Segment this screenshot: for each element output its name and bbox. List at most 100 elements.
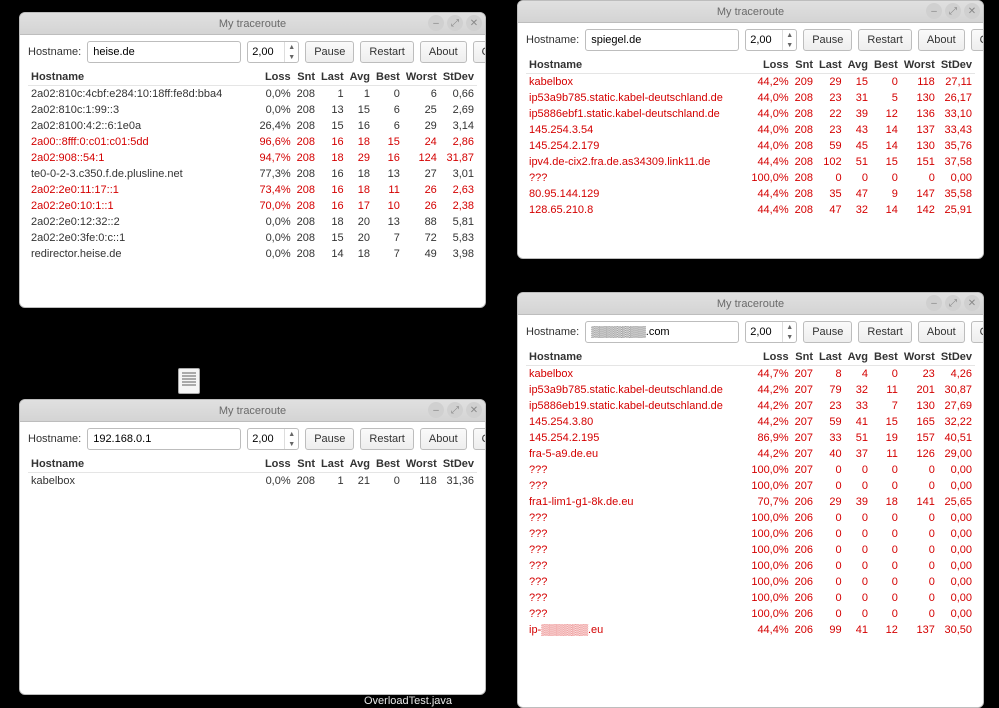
maximize-icon[interactable]: ⤢ bbox=[945, 3, 961, 19]
table-row: ???100,0%20800000,00 bbox=[526, 170, 975, 186]
col-snt[interactable]: Snt bbox=[294, 456, 318, 473]
interval-stepper[interactable]: ▲ ▼ bbox=[745, 29, 797, 51]
table-row: ???100,0%20600000,00 bbox=[526, 558, 975, 574]
about-button[interactable]: About bbox=[918, 321, 965, 343]
stepper-up-icon[interactable]: ▲ bbox=[285, 429, 298, 439]
col-last[interactable]: Last bbox=[816, 57, 845, 74]
pause-button[interactable]: Pause bbox=[305, 41, 354, 63]
titlebar[interactable]: My traceroute – ⤢ ✕ bbox=[518, 1, 983, 23]
col-stdev[interactable]: StDev bbox=[440, 456, 477, 473]
maximize-icon[interactable]: ⤢ bbox=[447, 15, 463, 31]
minimize-icon[interactable]: – bbox=[926, 295, 942, 311]
table-header-row: HostnameLossSntLastAvgBestWorstStDev bbox=[28, 456, 477, 473]
pause-button[interactable]: Pause bbox=[803, 29, 852, 51]
col-best[interactable]: Best bbox=[373, 69, 403, 86]
traceroute-window: My traceroute – ⤢ ✕ Hostname: ▲ ▼ Pause bbox=[517, 292, 984, 708]
col-last[interactable]: Last bbox=[816, 349, 845, 366]
col-avg[interactable]: Avg bbox=[347, 69, 373, 86]
col-snt[interactable]: Snt bbox=[792, 349, 816, 366]
col-avg[interactable]: Avg bbox=[845, 57, 871, 74]
hostname-input[interactable] bbox=[87, 41, 241, 63]
restart-button[interactable]: Restart bbox=[360, 41, 413, 63]
close-icon[interactable]: ✕ bbox=[466, 15, 482, 31]
col-hostname[interactable]: Hostname bbox=[28, 456, 262, 473]
restart-button[interactable]: Restart bbox=[360, 428, 413, 450]
stepper-up-icon[interactable]: ▲ bbox=[783, 30, 796, 40]
col-hostname[interactable]: Hostname bbox=[28, 69, 256, 86]
col-best[interactable]: Best bbox=[871, 57, 901, 74]
table-row: ip-▒▒▒▒▒▒.eu44,4%20699411213730,50 bbox=[526, 622, 975, 638]
interval-input[interactable] bbox=[746, 322, 782, 342]
col-avg[interactable]: Avg bbox=[845, 349, 871, 366]
col-stdev[interactable]: StDev bbox=[938, 349, 975, 366]
stepper-up-icon[interactable]: ▲ bbox=[285, 42, 298, 52]
col-loss[interactable]: Loss bbox=[748, 349, 791, 366]
pause-button[interactable]: Pause bbox=[305, 428, 354, 450]
hostname-input[interactable] bbox=[585, 321, 739, 343]
col-worst[interactable]: Worst bbox=[901, 57, 938, 74]
table-row: redirector.heise.de0,0%20814187493,98 bbox=[28, 246, 477, 262]
interval-stepper[interactable]: ▲ ▼ bbox=[247, 41, 299, 63]
interval-input[interactable] bbox=[248, 429, 284, 449]
about-button[interactable]: About bbox=[918, 29, 965, 51]
close-icon[interactable]: ✕ bbox=[466, 402, 482, 418]
table-row: ip53a9b785.static.kabel-deutschland.de44… bbox=[526, 90, 975, 106]
restart-button[interactable]: Restart bbox=[858, 321, 911, 343]
table-row: 2a02:2e0:11:17::173,4%208161811262,63 bbox=[28, 182, 477, 198]
toolbar: Hostname: ▲ ▼ Pause Restart About Quit bbox=[526, 321, 975, 343]
quit-button[interactable]: Quit bbox=[473, 428, 485, 450]
restart-button[interactable]: Restart bbox=[858, 29, 911, 51]
close-icon[interactable]: ✕ bbox=[964, 295, 980, 311]
minimize-icon[interactable]: – bbox=[428, 402, 444, 418]
about-button[interactable]: About bbox=[420, 41, 467, 63]
col-last[interactable]: Last bbox=[318, 69, 347, 86]
interval-input[interactable] bbox=[248, 42, 284, 62]
file-icon[interactable] bbox=[178, 368, 200, 394]
col-best[interactable]: Best bbox=[871, 349, 901, 366]
col-loss[interactable]: Loss bbox=[262, 456, 294, 473]
table-header-row: HostnameLossSntLastAvgBestWorstStDev bbox=[526, 57, 975, 74]
traceroute-window: My traceroute – ⤢ ✕ Hostname: ▲ ▼ Pause bbox=[19, 12, 486, 308]
interval-input[interactable] bbox=[746, 30, 782, 50]
minimize-icon[interactable]: – bbox=[428, 15, 444, 31]
stepper-down-icon[interactable]: ▼ bbox=[783, 332, 796, 342]
table-row: 145.254.3.5444,0%20823431413733,43 bbox=[526, 122, 975, 138]
quit-button[interactable]: Quit bbox=[473, 41, 485, 63]
table-row: 145.254.3.8044,2%20759411516532,22 bbox=[526, 414, 975, 430]
stepper-up-icon[interactable]: ▲ bbox=[783, 322, 796, 332]
table-row: ???100,0%20600000,00 bbox=[526, 510, 975, 526]
quit-button[interactable]: Quit bbox=[971, 321, 983, 343]
minimize-icon[interactable]: – bbox=[926, 3, 942, 19]
maximize-icon[interactable]: ⤢ bbox=[447, 402, 463, 418]
maximize-icon[interactable]: ⤢ bbox=[945, 295, 961, 311]
interval-stepper[interactable]: ▲ ▼ bbox=[247, 428, 299, 450]
quit-button[interactable]: Quit bbox=[971, 29, 983, 51]
titlebar[interactable]: My traceroute – ⤢ ✕ bbox=[518, 293, 983, 315]
hostname-input[interactable] bbox=[87, 428, 241, 450]
about-button[interactable]: About bbox=[420, 428, 467, 450]
col-worst[interactable]: Worst bbox=[403, 456, 440, 473]
col-loss[interactable]: Loss bbox=[256, 69, 293, 86]
hostname-input[interactable] bbox=[585, 29, 739, 51]
col-snt[interactable]: Snt bbox=[792, 57, 816, 74]
col-stdev[interactable]: StDev bbox=[440, 69, 477, 86]
col-snt[interactable]: Snt bbox=[294, 69, 318, 86]
stepper-down-icon[interactable]: ▼ bbox=[285, 52, 298, 62]
col-avg[interactable]: Avg bbox=[347, 456, 373, 473]
col-stdev[interactable]: StDev bbox=[938, 57, 975, 74]
col-best[interactable]: Best bbox=[373, 456, 403, 473]
col-last[interactable]: Last bbox=[318, 456, 347, 473]
col-worst[interactable]: Worst bbox=[403, 69, 440, 86]
col-worst[interactable]: Worst bbox=[901, 349, 938, 366]
titlebar[interactable]: My traceroute – ⤢ ✕ bbox=[20, 13, 485, 35]
table-row: ip53a9b785.static.kabel-deutschland.de44… bbox=[526, 382, 975, 398]
stepper-down-icon[interactable]: ▼ bbox=[783, 40, 796, 50]
col-loss[interactable]: Loss bbox=[748, 57, 791, 74]
stepper-down-icon[interactable]: ▼ bbox=[285, 439, 298, 449]
titlebar[interactable]: My traceroute – ⤢ ✕ bbox=[20, 400, 485, 422]
col-hostname[interactable]: Hostname bbox=[526, 57, 748, 74]
pause-button[interactable]: Pause bbox=[803, 321, 852, 343]
interval-stepper[interactable]: ▲ ▼ bbox=[745, 321, 797, 343]
close-icon[interactable]: ✕ bbox=[964, 3, 980, 19]
col-hostname[interactable]: Hostname bbox=[526, 349, 748, 366]
